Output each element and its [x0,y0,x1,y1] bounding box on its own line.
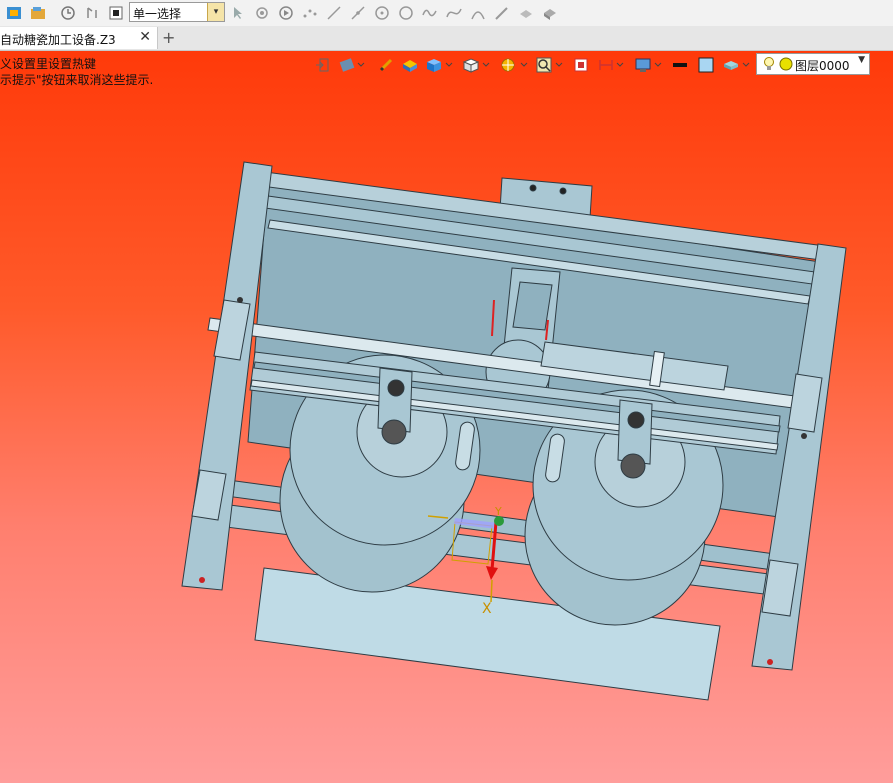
cad-model[interactable] [0,51,893,783]
open-file-icon[interactable] [28,3,48,23]
spline-icon[interactable] [420,3,440,23]
curve-icon[interactable] [444,3,464,23]
main-toolbar: 单一选择 ▾ [0,0,893,27]
circle-icon[interactable] [396,3,416,23]
cursor-icon[interactable] [228,3,248,23]
close-icon[interactable]: ✕ [139,29,151,45]
undo-icon[interactable] [82,3,102,23]
play-icon[interactable] [276,3,296,23]
filter-icon[interactable] [252,3,272,23]
pen-icon[interactable] [492,3,512,23]
axis-y-label: Y [495,505,502,518]
history-icon[interactable] [58,3,78,23]
chevron-down-icon: ▾ [207,3,224,21]
axis-x-label: X [482,601,492,617]
document-tab-bar: 半自动糖瓷加工设备.Z3 ✕ [0,26,893,51]
select-mode-dropdown[interactable]: 单一选择 ▾ [129,2,225,22]
circle-center-icon[interactable] [372,3,392,23]
add-tab-button[interactable]: + [162,28,175,47]
3d-viewport[interactable]: 义设置里设置热键 示提示"按钮来取消这些提示. 图层0000 ▼ X Y [0,51,893,783]
document-tab[interactable]: 半自动糖瓷加工设备.Z3 ✕ [0,27,158,49]
line-point-icon[interactable] [348,3,368,23]
document-tab-title: 半自动糖瓷加工设备.Z3 [0,33,116,47]
arc-icon[interactable] [468,3,488,23]
points-icon[interactable] [300,3,320,23]
app-icon[interactable] [4,3,24,23]
surface-icon[interactable] [516,3,536,23]
select-mode-value: 单一选择 [133,7,182,21]
stop-icon[interactable] [106,3,126,23]
line-icon[interactable] [324,3,344,23]
solid-icon[interactable] [540,3,560,23]
